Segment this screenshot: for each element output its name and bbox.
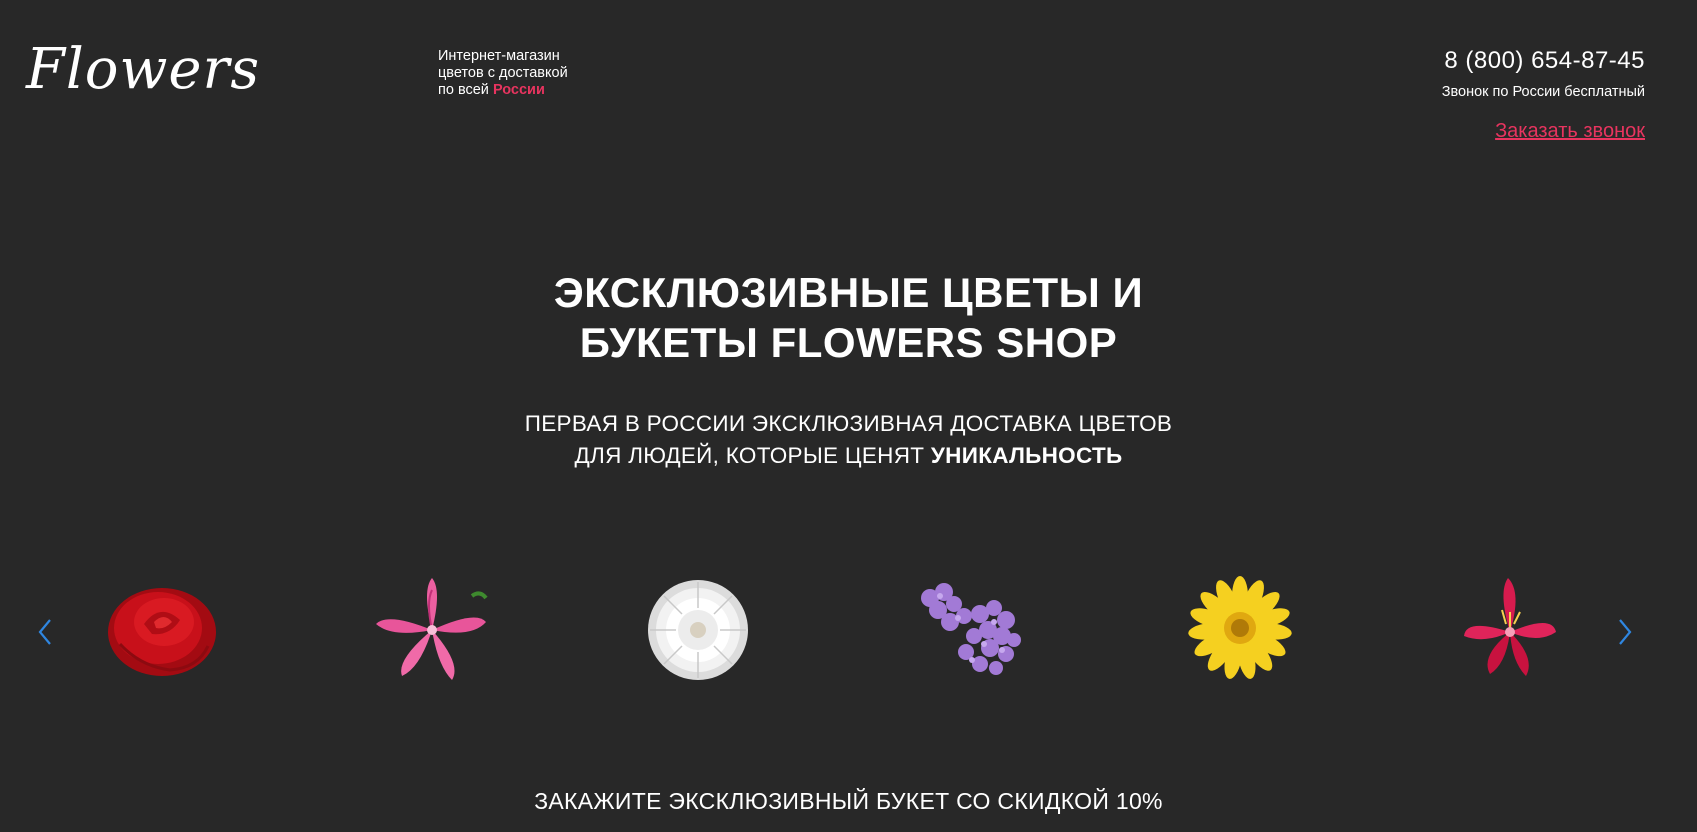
hero-title: ЭКСКЛЮЗИВНЫЕ ЦВЕТЫ И БУКЕТЫ FLOWERS SHOP bbox=[0, 268, 1697, 368]
tagline-line: по всей России bbox=[438, 82, 568, 99]
logo[interactable]: Flowers bbox=[26, 42, 260, 98]
alstroemeria-icon[interactable] bbox=[1448, 574, 1572, 684]
promo-heading: ЗАКАЖИТЕ ЭКСКЛЮЗИВНЫЙ БУКЕТ СО СКИДКОЙ 1… bbox=[534, 788, 1163, 814]
tagline-text: по всей bbox=[438, 82, 489, 98]
hero-title-line: БУКЕТЫ FLOWERS SHOP bbox=[579, 319, 1118, 366]
tagline: Интернет-магазин цветов с доставкой по в… bbox=[438, 48, 568, 99]
chevron-left-icon bbox=[38, 619, 51, 645]
hero-subtitle-bold: УНИКАЛЬНОСТЬ bbox=[930, 443, 1123, 468]
tagline-line: цветов с доставкой bbox=[438, 65, 568, 81]
carousel-prev-button[interactable] bbox=[34, 616, 56, 648]
hero-title-line: ЭКСКЛЮЗИВНЫЕ ЦВЕТЫ И bbox=[553, 269, 1144, 316]
yellow-gerbera-icon[interactable] bbox=[1178, 574, 1302, 684]
red-rose-icon[interactable] bbox=[100, 574, 224, 684]
pink-lily-icon[interactable] bbox=[370, 574, 494, 684]
order-call-link[interactable]: Заказать звонок bbox=[1495, 120, 1645, 143]
hero-subtitle-line: ПЕРВАЯ В РОССИИ ЭКСКЛЮЗИВНАЯ ДОСТАВКА ЦВ… bbox=[524, 411, 1173, 436]
hero-subtitle-line: ДЛЯ ЛЮДЕЙ, КОТОРЫЕ ЦЕНЯТ УНИКАЛЬНОСТЬ bbox=[0, 440, 1697, 472]
hero-subtitle-text: ДЛЯ ЛЮДЕЙ, КОТОРЫЕ ЦЕНЯТ bbox=[574, 443, 925, 468]
hero-subtitle: ПЕРВАЯ В РОССИИ ЭКСКЛЮЗИВНАЯ ДОСТАВКА ЦВ… bbox=[0, 408, 1697, 472]
phone-number[interactable]: 8 (800) 654-87-45 bbox=[1442, 46, 1645, 76]
lilac-icon[interactable] bbox=[910, 574, 1034, 684]
contact-block: 8 (800) 654-87-45 Звонок по России беспл… bbox=[1442, 46, 1645, 143]
tagline-line: Интернет-магазин bbox=[438, 48, 560, 64]
carousel-next-button[interactable] bbox=[1614, 616, 1636, 648]
tagline-accent: России bbox=[492, 82, 545, 98]
chevron-right-icon bbox=[1619, 619, 1632, 645]
white-dahlia-icon[interactable] bbox=[636, 574, 760, 684]
phone-note: Звонок по России бесплатный bbox=[1441, 84, 1645, 100]
